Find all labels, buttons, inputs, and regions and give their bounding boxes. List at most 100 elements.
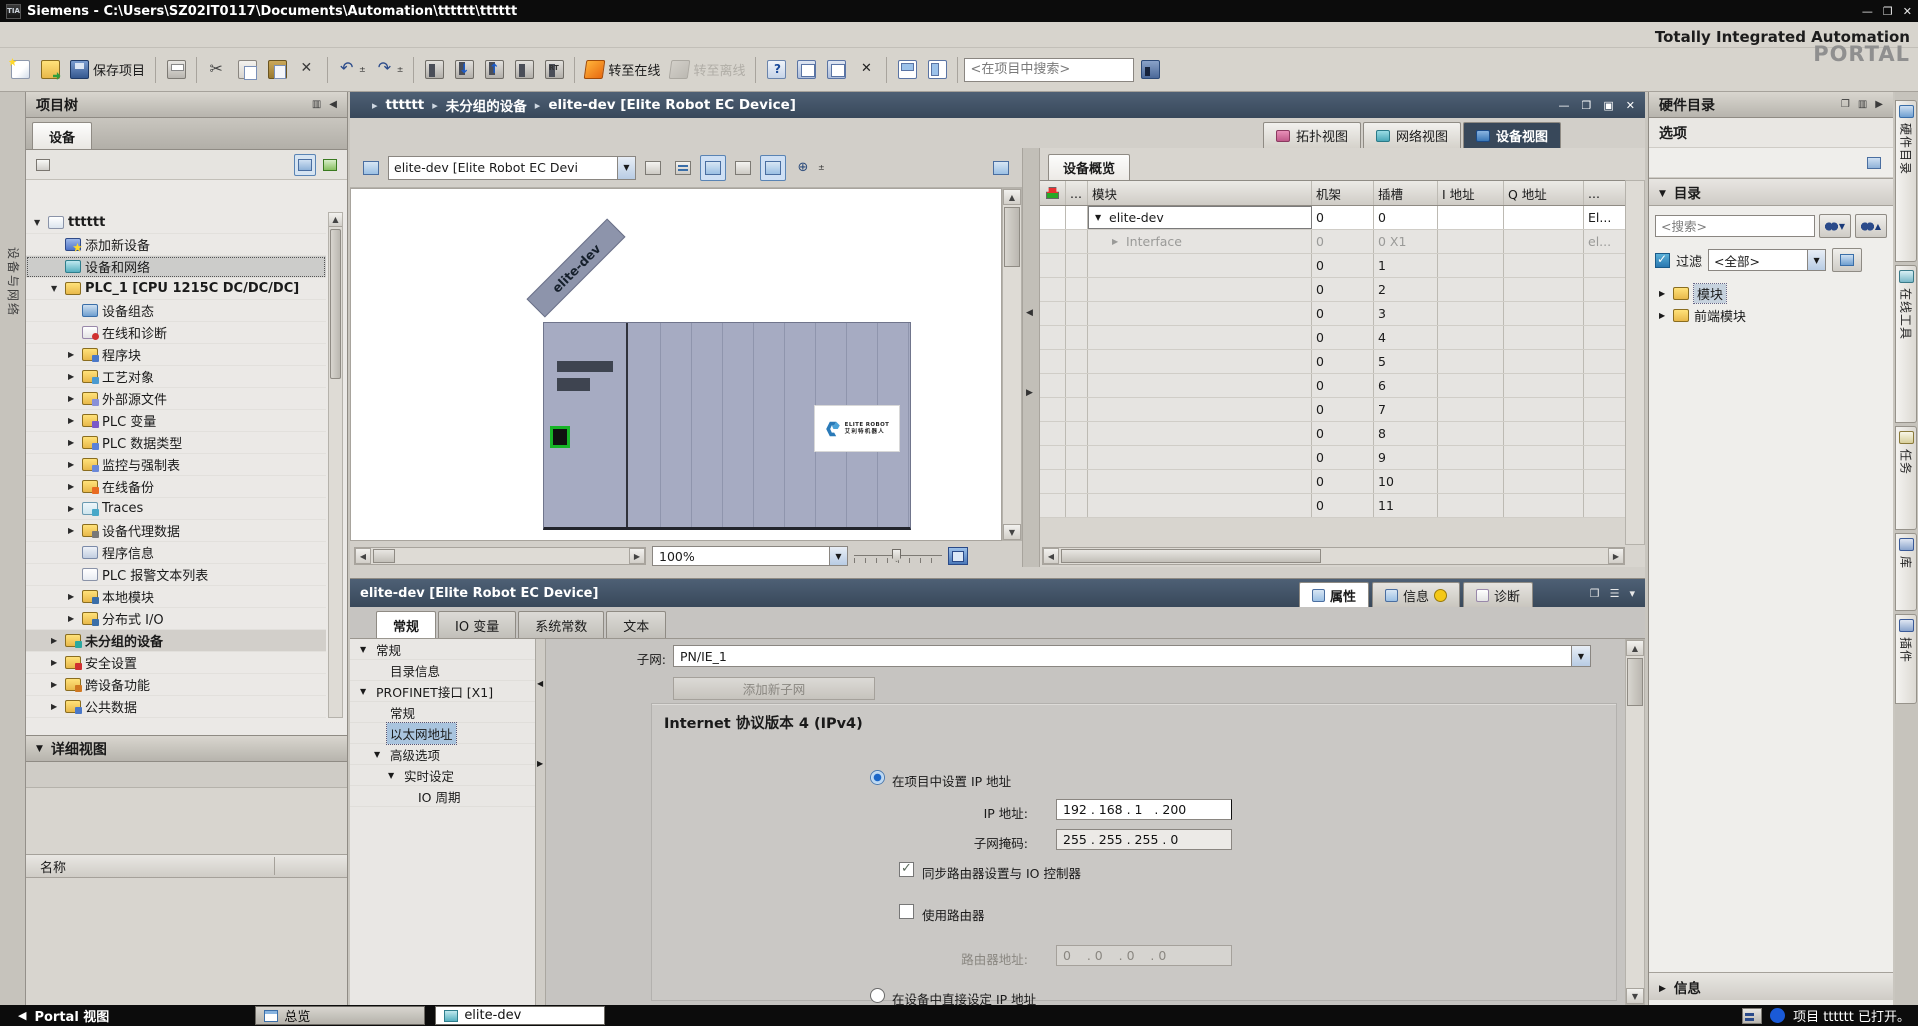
collapse-left-icon[interactable] [537,679,543,688]
expand-arrow-icon[interactable]: ▼ [360,687,369,696]
device-overview-row[interactable]: 0 9 [1040,446,1625,470]
stop-cpu-button[interactable] [540,55,568,85]
expand-arrow-icon[interactable]: ▶ [68,416,78,425]
project-tree-item[interactable]: PLC 报警文本列表 [26,564,326,586]
show-pane-button[interactable] [760,155,786,181]
float-editor-icon[interactable] [1582,99,1592,112]
expand-arrow-icon[interactable]: ▶ [1112,237,1122,246]
subnet-dropdown[interactable]: PN/IE_1 [673,645,1591,667]
canvas-table-splitter[interactable] [1022,148,1040,567]
i-address-column-header[interactable]: I 地址 [1438,181,1504,205]
breadcrumb-item[interactable]: tttttt [364,97,424,113]
project-tree-item[interactable]: ▶ 跨设备功能 [26,674,326,696]
project-search-input[interactable] [964,58,1134,82]
collapse-right-icon[interactable] [1026,388,1033,398]
properties-nav-item[interactable]: ▼ PROFINET接口 [X1] [350,681,535,702]
device-graphic[interactable]: ELITE ROBOT 艾利特机器人 [543,322,911,530]
expand-arrow-icon[interactable]: ▼ [360,645,369,654]
project-tree-item[interactable]: ▶ 安全设置 [26,652,326,674]
scroll-up-icon[interactable] [1626,640,1644,656]
expand-arrow-icon[interactable]: ▶ [68,526,78,535]
properties-scrollbar[interactable] [1625,639,1645,1005]
project-tree-item[interactable]: 在线和诊断 [26,322,326,344]
fit-to-window-button[interactable] [948,547,968,565]
task-card-tab[interactable]: 插件 [1895,614,1917,704]
subnet-mask-input[interactable] [1056,829,1232,850]
auto-collapse-icon[interactable]: ▥ [1858,99,1867,110]
project-tree-item[interactable]: ▼ tttttt [26,212,326,234]
profile-dropdown[interactable]: <全部> [1708,249,1826,271]
menu-item[interactable] [4,31,24,39]
device-overview-row[interactable]: ▼elite-dev 0 0 El... [1040,206,1625,230]
expand-arrow-icon[interactable]: ▶ [1659,311,1668,320]
redo-button[interactable]: ± [372,55,408,85]
scroll-left-icon[interactable] [355,548,371,564]
collapse-left-icon[interactable] [1026,308,1033,318]
device-overview-row[interactable]: 0 8 [1040,422,1625,446]
remove-split-button[interactable] [852,55,880,85]
auto-collapse-icon[interactable]: ▥ [312,99,321,110]
set-ip-in-project-radio[interactable] [870,770,885,785]
menu-item[interactable] [124,31,144,39]
set-ip-on-device-radio[interactable] [870,988,885,1003]
device-overview-tab[interactable]: 设备概览 [1048,154,1130,180]
breadcrumb-item[interactable]: elite-dev [Elite Robot EC Device] [527,97,796,113]
project-tree-scrollbar[interactable] [328,212,343,718]
edit-profile-button[interactable] [1832,248,1862,272]
project-tree-item[interactable]: ▶ PLC 变量 [26,410,326,432]
device-overview-row[interactable]: ▶Interface 0 0 X1 el... [1040,230,1625,254]
portal-search-button[interactable] [1136,55,1164,85]
breadcrumb-item[interactable]: 未分组的设备 [424,95,527,115]
project-tree-item[interactable]: ▶ Traces [26,498,326,520]
device-selector-dropdown[interactable]: elite-dev [Elite Robot EC Devi [388,156,636,180]
save-project-button[interactable]: 保存项目 [66,55,149,85]
expand-arrow-icon[interactable]: ▶ [68,592,78,601]
properties-nav-item[interactable]: 常规 [350,702,535,723]
catalog-tree-item[interactable]: ▶ 模块 [1649,282,1893,304]
module-column-header[interactable]: 模块 [1088,181,1312,205]
catalog-search-input[interactable] [1655,215,1815,237]
canvas-horizontal-scrollbar[interactable] [354,547,646,565]
properties-nav-item[interactable]: 目录信息 [350,660,535,681]
project-tree-item[interactable]: 设备组态 [26,300,326,322]
project-tree-item[interactable]: ▶ 公共数据 [26,696,326,718]
expand-arrow-icon[interactable]: ▶ [68,504,78,513]
table-view-button[interactable] [294,154,316,176]
properties-tab[interactable]: 系统常数 [518,611,604,638]
scroll-right-icon[interactable] [1608,548,1624,564]
expand-arrow-icon[interactable]: ▶ [51,658,61,667]
show-window-1-button[interactable] [792,55,820,85]
device-overview-row[interactable]: 0 3 [1040,302,1625,326]
window-mode-button[interactable] [1863,152,1885,174]
cut-button[interactable] [203,55,231,85]
inspector-tab[interactable]: 诊断 [1463,582,1533,607]
dropdown-arrow-icon[interactable] [829,547,847,565]
zoom-level-dropdown[interactable]: 100% [652,546,848,566]
project-tree-item[interactable]: ▶ 本地模块 [26,586,326,608]
collapse-right-icon[interactable] [537,759,543,768]
task-card-tab[interactable]: 任务 [1895,426,1917,530]
scrollbar-thumb[interactable] [1061,549,1321,563]
device-overview-row[interactable]: 0 2 [1040,278,1625,302]
view-tab[interactable]: 设备视图 [1463,122,1561,148]
delete-button[interactable] [293,55,321,85]
show-module-labels-button[interactable] [670,155,696,181]
properties-tab[interactable]: 文本 [606,611,666,638]
menu-item[interactable] [84,31,104,39]
device-overview-row[interactable]: 0 5 [1040,350,1625,374]
canvas-vertical-scrollbar[interactable] [1002,188,1022,541]
project-tree-item[interactable]: 设备和网络 [26,256,326,278]
menu-item[interactable] [64,31,84,39]
overview-vertical-scrollbar[interactable] [1625,180,1645,545]
project-tree-item[interactable]: ▶ 程序块 [26,344,326,366]
add-subnet-button[interactable]: 添加新子网 [673,677,875,700]
collapse-panel-icon[interactable]: ◀ [329,99,337,110]
expand-arrow-icon[interactable]: ▶ [68,614,78,623]
properties-nav-item[interactable]: 以太网地址 [350,723,535,744]
slot-column-header[interactable]: 插槽 [1374,181,1438,205]
scroll-right-icon[interactable] [629,548,645,564]
new-project-button[interactable] [6,55,34,85]
dropdown-arrow-icon[interactable] [1807,250,1825,270]
edit-mode-button[interactable] [700,155,726,181]
portal-view-button[interactable]: Portal 视图 [8,1006,119,1025]
